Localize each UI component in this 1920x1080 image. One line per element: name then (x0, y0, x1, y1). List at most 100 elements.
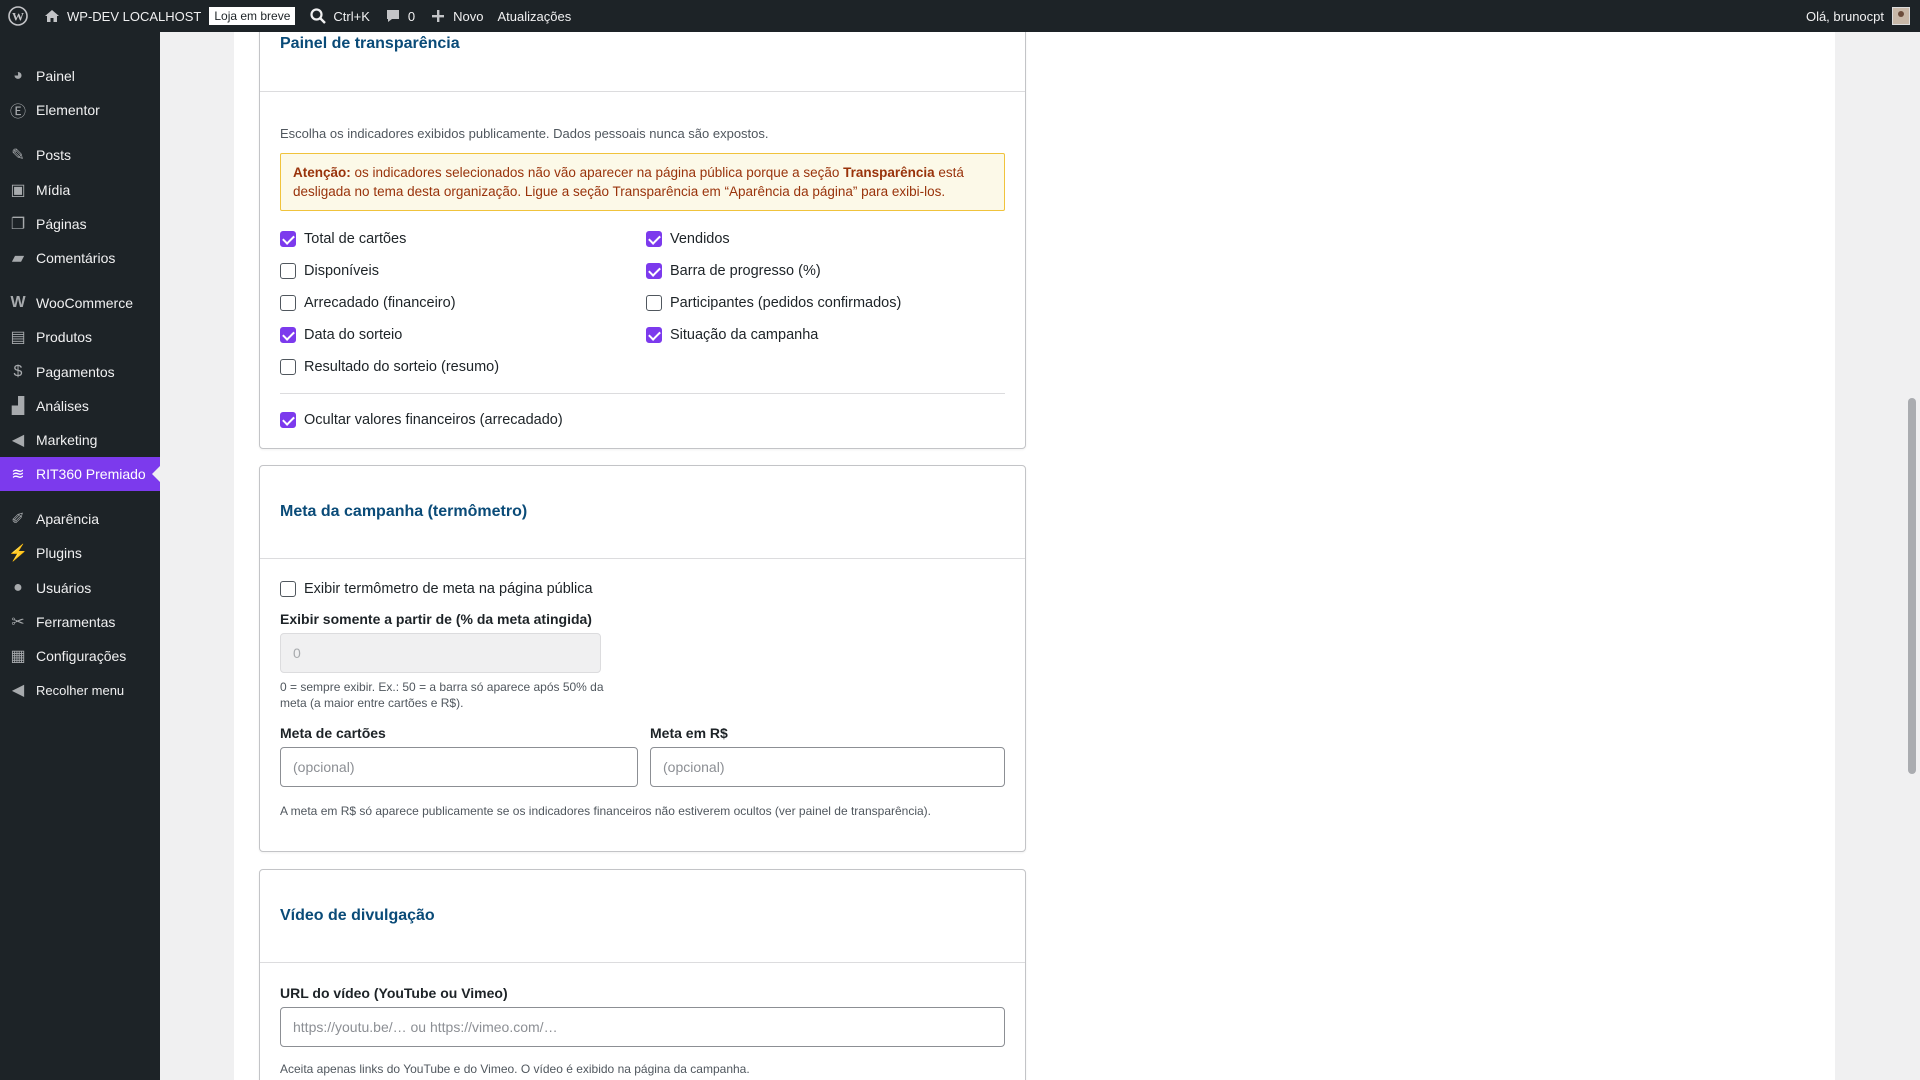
notice-text: os indicadores selecionados não vão apar… (350, 165, 844, 180)
checkbox-label: Disponíveis (304, 263, 379, 279)
checkbox-arrecadado[interactable]: Arrecadado (financeiro) (280, 293, 646, 313)
settings-icon: ▦ (10, 648, 26, 665)
threshold-help: 0 = sempre exibir. Ex.: 50 = a barra só … (280, 680, 604, 710)
comments-link[interactable]: 0 (377, 0, 422, 32)
threshold-input[interactable]: 0 (280, 633, 601, 673)
page-scrollbar[interactable] (1908, 398, 1916, 774)
checkbox-box[interactable] (646, 327, 662, 343)
megaphone-icon: ◀ (11, 432, 25, 449)
wrench-icon: ✂ (11, 614, 25, 631)
money-goal-input[interactable]: (opcional) (650, 747, 1005, 787)
site-name-link[interactable]: WP-DEV LOCALHOST Loja em breve (36, 0, 302, 32)
checkbox-situacao-campanha[interactable]: Situação da campanha (646, 325, 1012, 345)
sidebar-item-paginas[interactable]: ❐ Páginas (0, 207, 160, 241)
wordpress-logo-icon[interactable]: W (0, 0, 36, 32)
checkbox-vendidos[interactable]: Vendidos (646, 229, 1012, 249)
sidebar-item-label: Marketing (36, 432, 98, 448)
sidebar-item-label: Recolher menu (36, 682, 125, 698)
transparency-title: Painel de transparência (280, 35, 460, 52)
sidebar-item-comentarios[interactable]: ▰ Comentários (0, 241, 160, 275)
sidebar-item-label: Posts (36, 147, 72, 163)
sidebar-item-produtos[interactable]: ▤ Produtos (0, 320, 160, 354)
sidebar-item-midia[interactable]: ▣ Mídia (0, 173, 160, 207)
command-palette-button[interactable]: Ctrl+K (302, 0, 376, 32)
updates-label: Atualizações (497, 8, 572, 24)
sidebar-item-painel[interactable]: ◕ Painel (0, 59, 160, 93)
checkbox-hide-financial[interactable]: Ocultar valores financeiros (arrecadado) (280, 410, 1005, 430)
checkbox-box[interactable] (280, 412, 296, 428)
checkbox-label: Vendidos (670, 231, 730, 247)
sidebar-item-usuarios[interactable]: ● Usuários (0, 571, 160, 605)
sidebar-item-marketing[interactable]: ◀ Marketing (0, 423, 160, 457)
checkbox-box[interactable] (646, 231, 662, 247)
sidebar-item-label: Pagamentos (36, 364, 115, 380)
video-card: Vídeo de divulgação URL do vídeo (YouTub… (259, 869, 1026, 1080)
comment-icon: ▰ (11, 250, 25, 267)
media-icon: ▣ (10, 182, 26, 199)
avatar (1892, 7, 1910, 25)
checkbox-box[interactable] (280, 581, 296, 597)
sidebar-item-posts[interactable]: ✎ Posts (0, 138, 160, 172)
sidebar-item-label: Aparência (36, 511, 100, 527)
checkbox-total-cartoes[interactable]: Total de cartões (280, 229, 646, 249)
checkbox-box[interactable] (280, 359, 296, 375)
site-name: WP-DEV LOCALHOST (67, 8, 202, 24)
checkbox-barra-progresso[interactable]: Barra de progresso (%) (646, 261, 1012, 281)
archive-icon: ▤ (10, 329, 26, 346)
admin-sidebar: ◕ Painel Ⓔ Elementor ✎ Posts ▣ Mídia ❐ Página… (0, 32, 160, 1080)
sidebar-item-woocommerce[interactable]: W WooCommerce (0, 286, 160, 320)
sidebar-item-elementor[interactable]: Ⓔ Elementor (0, 93, 160, 127)
pages-icon: ❐ (10, 216, 26, 233)
notice-strong: Atenção: (293, 165, 351, 180)
updates-link[interactable]: Atualizações (490, 0, 578, 32)
sidebar-item-pagamentos[interactable]: $ Pagamentos (0, 355, 160, 389)
checkbox-label: Exibir termômetro de meta na página públ… (304, 581, 593, 597)
checkbox-box[interactable] (280, 263, 296, 279)
checkbox-data-sorteio[interactable]: Data do sorteio (280, 325, 646, 345)
sidebar-item-rit360-premiado[interactable]: ≋ RIT360 Premiado (0, 457, 160, 491)
checkbox-box[interactable] (646, 263, 662, 279)
sidebar-item-ferramentas[interactable]: ✂ Ferramentas (0, 605, 160, 639)
checkbox-participantes[interactable]: Participantes (pedidos confirmados) (646, 293, 1012, 313)
checkbox-label: Barra de progresso (%) (670, 263, 821, 279)
collapse-menu-button[interactable]: ◀ Recolher menu (0, 673, 160, 707)
sidebar-item-label: Páginas (36, 216, 87, 232)
tickets-icon: ≋ (11, 466, 25, 483)
sidebar-item-aparencia[interactable]: ✐ Aparência (0, 502, 160, 536)
chart-bar-icon: ▟ (11, 398, 25, 415)
video-url-label: URL do vídeo (YouTube ou Vimeo) (280, 985, 508, 1001)
sidebar-item-analises[interactable]: ▟ Análises (0, 389, 160, 423)
brush-icon: ✐ (11, 511, 25, 528)
sidebar-item-label: Plugins (36, 545, 82, 561)
threshold-label: Exibir somente a partir de (% da meta at… (280, 611, 592, 627)
elementor-icon: Ⓔ (9, 104, 26, 121)
admin-bar: W WP-DEV LOCALHOST Loja em breve Ctrl+K … (0, 0, 1920, 32)
checkbox-resultado-sorteio[interactable]: Resultado do sorteio (resumo) (280, 357, 646, 377)
sidebar-item-configuracoes[interactable]: ▦ Configurações (0, 639, 160, 673)
user-icon: ● (13, 579, 23, 596)
store-status-badge[interactable]: Loja em breve (209, 7, 296, 25)
plus-icon (429, 7, 447, 25)
checkbox-box[interactable] (280, 295, 296, 311)
home-icon (43, 7, 61, 25)
checkbox-box[interactable] (280, 327, 296, 343)
checkbox-label: Total de cartões (304, 231, 407, 247)
video-card-header: Vídeo de divulgação (260, 870, 1025, 963)
video-url-input[interactable]: https://youtu.be/… ou https://vimeo.com/… (280, 1007, 1005, 1047)
sidebar-item-plugins[interactable]: ⚡ Plugins (0, 536, 160, 570)
checkbox-show-thermometer[interactable]: Exibir termômetro de meta na página públ… (280, 579, 1005, 599)
checkbox-disponiveis[interactable]: Disponíveis (280, 261, 646, 281)
notice-section-name: Transparência (843, 165, 935, 180)
sidebar-item-label: Análises (36, 398, 89, 414)
checkbox-label: Resultado do sorteio (resumo) (304, 359, 500, 375)
new-content-button[interactable]: Novo (422, 0, 490, 32)
account-menu[interactable]: Olá, brunocpt (1806, 7, 1920, 25)
comment-icon (384, 7, 402, 25)
greeting: Olá, brunocpt (1805, 8, 1884, 24)
sidebar-item-label: RIT360 Premiado (36, 466, 146, 482)
checkbox-box[interactable] (646, 295, 662, 311)
checkbox-box[interactable] (280, 231, 296, 247)
divider (280, 393, 1005, 394)
cards-goal-input[interactable]: (opcional) (280, 747, 638, 787)
money-icon: $ (13, 363, 23, 380)
